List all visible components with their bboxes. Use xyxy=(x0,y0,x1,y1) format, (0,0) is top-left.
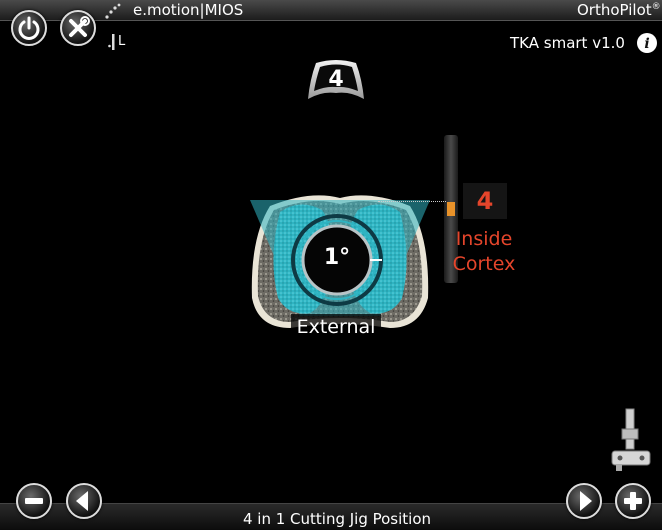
rotation-direction: External xyxy=(291,314,381,340)
power-icon xyxy=(18,16,40,40)
depth-value: 4 xyxy=(463,183,507,219)
tools-icon xyxy=(69,16,90,37)
info-button[interactable]: i xyxy=(637,33,657,53)
leg-icon xyxy=(108,34,115,50)
tracking-signal-icon xyxy=(105,3,121,19)
side-indicator: L xyxy=(118,34,126,49)
registered-mark: ® xyxy=(651,2,661,12)
power-button[interactable] xyxy=(11,10,47,46)
brand-name: OrthoPilot® xyxy=(577,1,661,19)
svg-text:i: i xyxy=(644,36,649,52)
header-bar xyxy=(0,0,662,21)
brand-label: OrthoPilot xyxy=(577,1,652,19)
step-badge: 4 xyxy=(328,67,344,92)
cutting-jig-icon xyxy=(611,408,651,471)
depth-label-line2: Cortex xyxy=(452,253,516,275)
previous-button[interactable] xyxy=(66,483,102,519)
left-arrow-icon xyxy=(76,491,88,511)
next-button[interactable] xyxy=(566,483,602,519)
info-icon: i xyxy=(644,36,649,52)
plus-button[interactable] xyxy=(615,483,651,519)
minus-icon xyxy=(25,498,43,504)
step-title: 4 in 1 Cutting Jig Position xyxy=(242,510,432,528)
depth-label-line1: Inside xyxy=(455,228,513,250)
depth-guide-line xyxy=(378,201,446,202)
tools-button[interactable] xyxy=(60,10,96,46)
plus-icon xyxy=(624,492,642,510)
minus-button[interactable] xyxy=(16,483,52,519)
app-name: e.motion|MIOS xyxy=(133,1,244,19)
right-arrow-icon xyxy=(580,491,592,511)
depth-marker xyxy=(447,202,455,216)
software-version: TKA smart v1.0 xyxy=(510,34,625,52)
rotation-value: 1° xyxy=(323,245,351,270)
